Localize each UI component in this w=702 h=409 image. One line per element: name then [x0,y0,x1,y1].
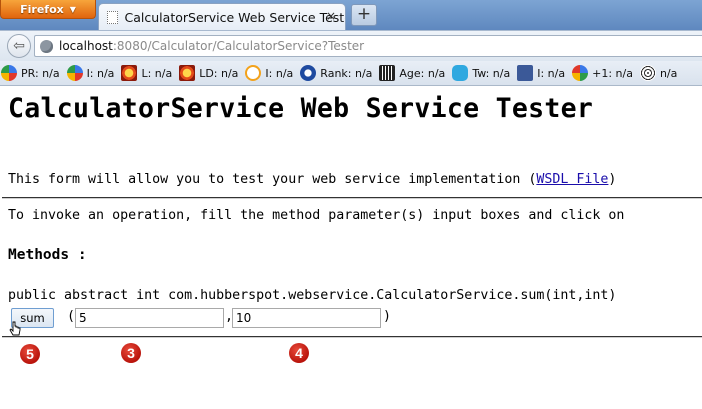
toolbar-item-fingerprint[interactable]: n/a [639,65,678,81]
alexa-icon [300,65,317,81]
toolbar-item-label: +1: n/a [592,66,633,80]
intro-text: This form will allow you to test your we… [8,172,616,187]
facebook-icon [517,65,534,81]
navigation-bar: ⇦ localhost:8080/Calculator/CalculatorSe… [0,30,702,61]
toolbar-item-bing-index[interactable]: I: n/a [245,65,293,81]
url-bar[interactable]: localhost:8080/Calculator/CalculatorServ… [34,35,702,57]
page-content: CalculatorService Web Service Tester Thi… [0,87,702,409]
close-icon[interactable]: × [326,9,336,23]
divider [2,197,702,199]
browser-titlebar: Firefox ▼ CalculatorService Web Service … [0,0,702,30]
divider [2,336,702,338]
intro-text-close: ) [608,172,617,187]
toolbar-item-plus-one[interactable]: +1: n/a [572,65,633,81]
firefox-menu-button[interactable]: Firefox ▼ [0,0,96,19]
toolbar-item-linking-domains[interactable]: LD: n/a [179,65,238,81]
back-button[interactable]: ⇦ [7,34,31,58]
firefox-menu-label: Firefox [20,2,64,16]
annotation-badge-param1: 3 [121,343,141,363]
wsdl-file-link[interactable]: WSDL File [536,172,608,187]
toolbar-item-links[interactable]: L: n/a [121,65,172,81]
toolbar-item-label: Tw: n/a [472,66,511,80]
new-tab-button[interactable]: + [351,4,377,26]
param2-input[interactable] [232,308,381,328]
url-host: localhost [59,39,113,53]
twitter-icon [452,65,469,81]
toolbar-item-label: LD: n/a [199,66,239,80]
extension-toolbar: PR: n/a I: n/a L: n/a LD: n/a I: n/a Ran… [0,61,702,86]
annotation-badge-param2: 4 [289,343,309,363]
sun-icon [179,65,196,81]
toolbar-item-label: n/a [659,66,678,80]
google-plus-icon [572,65,589,81]
method-form: sum ( , ) [11,308,701,330]
toolbar-item-label: I: n/a [537,66,566,80]
toolbar-item-facebook[interactable]: I: n/a [517,65,565,81]
fingerprint-icon [639,65,656,81]
methods-heading: Methods : [8,247,87,263]
toolbar-item-label: I: n/a [265,66,294,80]
chevron-down-icon: ▼ [69,4,76,14]
toolbar-item-label: Age: n/a [399,66,446,80]
page-title: CalculatorService Web Service Tester [8,93,594,124]
arrow-left-icon: ⇦ [13,38,25,54]
url-path: :8080/Calculator/CalculatorService?Teste… [112,39,365,53]
toolbar-item-twitter[interactable]: Tw: n/a [452,65,510,81]
toolbar-item-label: I: n/a [86,66,115,80]
toolbar-item-google-index[interactable]: I: n/a [66,65,115,81]
google-icon [66,65,83,81]
param1-input[interactable] [75,308,224,328]
bing-icon [245,65,262,81]
browser-tab[interactable]: CalculatorService Web Service Tester × [98,3,346,30]
archive-icon [379,65,396,81]
method-signature: public abstract int com.hubberspot.webse… [8,288,617,303]
google-icon [1,65,17,81]
toolbar-item-label: Rank: n/a [320,66,373,80]
toolbar-item-label: L: n/a [141,66,173,80]
intro-text-body: This form will allow you to test your we… [8,172,537,187]
sun-icon [121,65,138,81]
toolbar-item-label: PR: n/a [21,66,60,80]
tab-title: CalculatorService Web Service Tester [124,9,345,25]
invoke-instructions: To invoke an operation, fill the method … [8,208,625,223]
annotation-badge-sum: 5 [20,344,40,364]
close-paren: ) [383,309,392,324]
toolbar-item-pagerank[interactable]: PR: n/a [1,65,60,81]
toolbar-item-age[interactable]: Age: n/a [379,65,445,81]
globe-icon [40,39,53,53]
toolbar-item-alexa-rank[interactable]: Rank: n/a [300,65,372,81]
page-icon [107,10,118,24]
open-paren: ( [67,309,76,324]
